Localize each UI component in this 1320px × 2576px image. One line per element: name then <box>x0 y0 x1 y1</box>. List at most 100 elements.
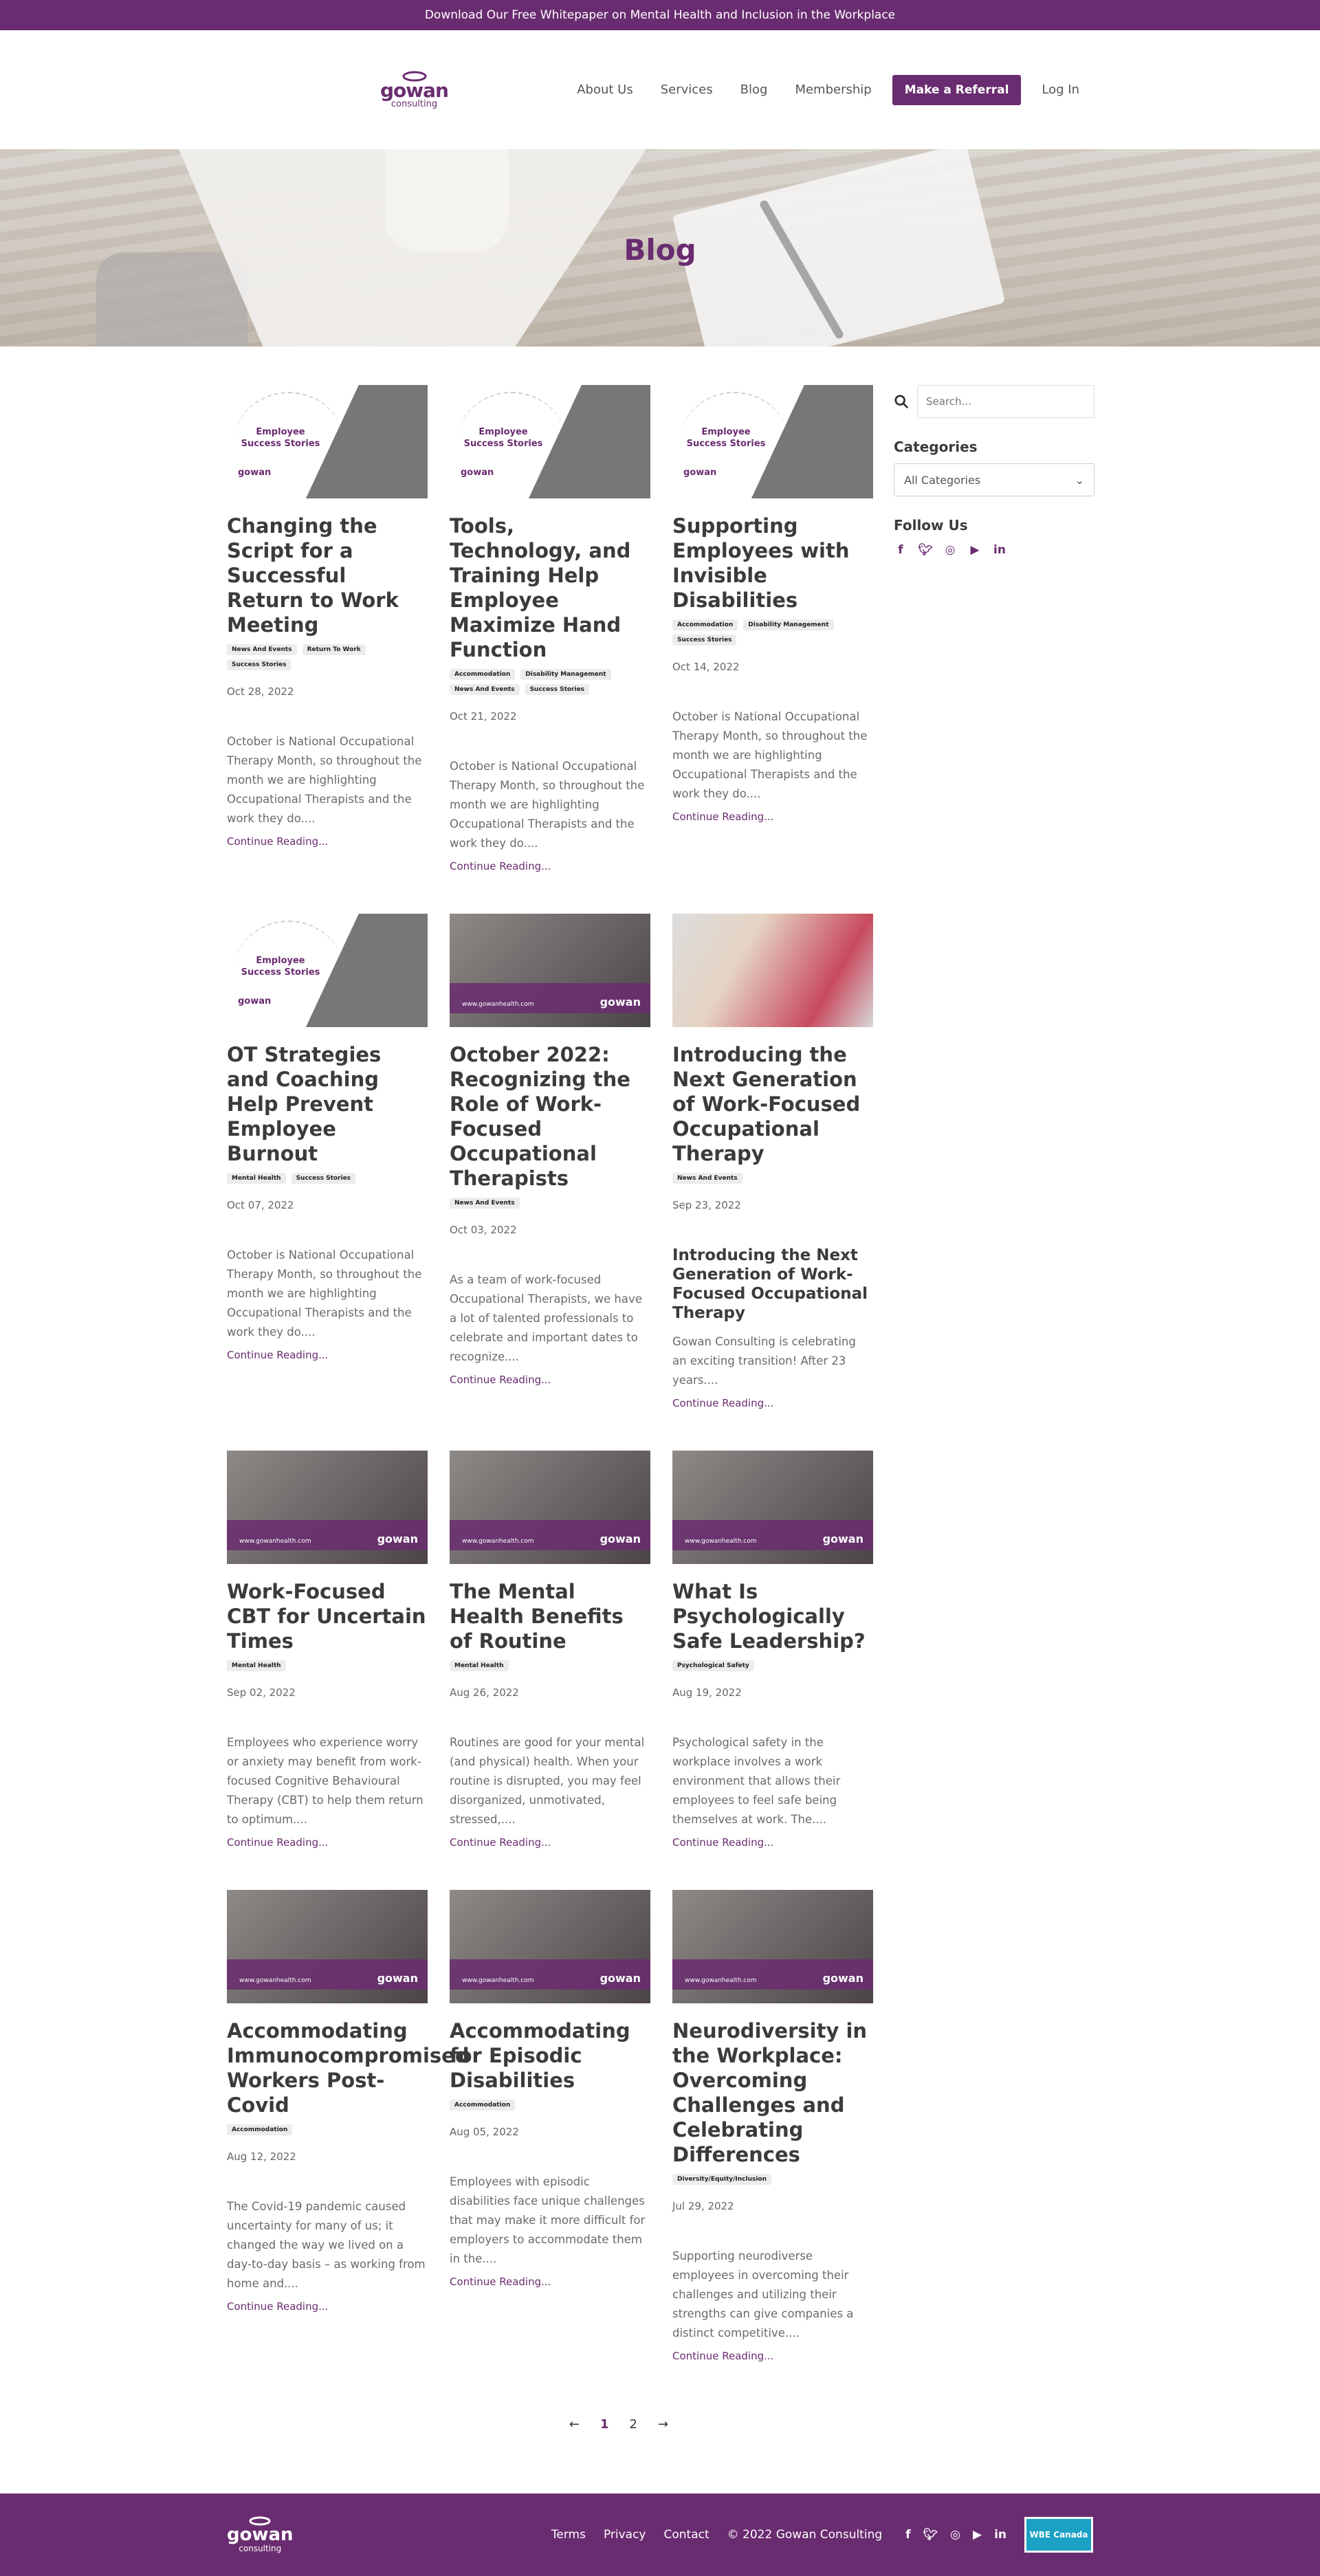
site-footer: gowan consulting Terms Privacy Contact ©… <box>0 2494 1320 2576</box>
post-tag[interactable]: Accommodation <box>450 2100 516 2111</box>
continue-reading-link[interactable]: Continue Reading... <box>672 1397 873 1409</box>
post-tag[interactable]: Disability Management <box>743 619 834 630</box>
footer-contact-link[interactable]: Contact <box>664 2528 710 2542</box>
post-tag[interactable]: News And Events <box>450 684 520 695</box>
nav-blog[interactable]: Blog <box>740 82 768 97</box>
post-tag[interactable]: News And Events <box>227 644 297 655</box>
post-thumbnail[interactable]: Employee Success Stories gowan <box>227 914 428 1027</box>
twitter-icon[interactable]: 🐦︎ <box>918 543 933 557</box>
footer-linkedin-icon[interactable]: in <box>994 2528 1006 2542</box>
post-thumbnail[interactable] <box>672 914 873 1027</box>
footer-logo[interactable]: gowan consulting <box>227 2516 294 2553</box>
post-title[interactable]: What Is Psychologically Safe Leadership? <box>672 1579 873 1653</box>
wbe-canada-badge: WBE Canada <box>1024 2517 1093 2553</box>
continue-reading-link[interactable]: Continue Reading... <box>227 835 428 848</box>
footer-youtube-icon[interactable]: ▶ <box>973 2528 982 2542</box>
announcement-bar[interactable]: Download Our Free Whitepaper on Mental H… <box>0 0 1320 30</box>
post-tag[interactable]: Mental Health <box>227 1660 286 1671</box>
page-1-link[interactable]: 1 <box>600 2417 609 2432</box>
post-title[interactable]: Accommodating for Episodic Disabilities <box>450 2018 650 2093</box>
post-title[interactable]: October 2022: Recognizing the Role of Wo… <box>450 1042 650 1191</box>
continue-reading-link[interactable]: Continue Reading... <box>450 860 650 872</box>
post-tag[interactable]: Accommodation <box>672 619 738 630</box>
thumbnail-url: www.gowanhealth.com <box>239 1538 311 1545</box>
post-thumbnail[interactable]: Employee Success Stories gowan <box>450 385 650 498</box>
announcement-text[interactable]: Download Our Free Whitepaper on Mental H… <box>425 8 895 22</box>
search-input[interactable] <box>917 385 1094 418</box>
categories-select[interactable]: All Categories ⌄ <box>894 463 1094 496</box>
post-thumbnail[interactable]: www.gowanhealth.com gowan <box>672 1890 873 2003</box>
post-tag[interactable]: Accommodation <box>227 2124 293 2135</box>
post-thumbnail[interactable]: www.gowanhealth.com gowan <box>227 1451 428 1564</box>
post-tag[interactable]: Success Stories <box>291 1173 356 1184</box>
post-thumbnail[interactable]: www.gowanhealth.com gowan <box>450 1890 650 2003</box>
post-title[interactable]: Introducing the Next Generation of Work-… <box>672 1042 873 1166</box>
continue-reading-link[interactable]: Continue Reading... <box>450 2276 650 2288</box>
post-tag[interactable]: Disability Management <box>520 669 611 680</box>
post-thumbnail[interactable]: www.gowanhealth.com gowan <box>672 1451 873 1564</box>
thumbnail-logo: gowan <box>461 467 494 478</box>
site-logo[interactable]: gowan consulting <box>380 64 449 115</box>
continue-reading-link[interactable]: Continue Reading... <box>450 1836 650 1849</box>
post-thumbnail[interactable]: Employee Success Stories gowan <box>227 385 428 498</box>
post-tag[interactable]: Mental Health <box>227 1173 286 1184</box>
post-tag[interactable]: Success Stories <box>525 684 590 695</box>
next-arrow-icon[interactable]: → <box>658 2417 668 2432</box>
post-excerpt: Psychological safety in the workplace in… <box>672 1736 841 1826</box>
linkedin-icon[interactable]: in <box>993 543 1006 557</box>
footer-facebook-icon[interactable]: f <box>905 2528 910 2542</box>
post-thumbnail[interactable]: Employee Success Stories gowan <box>672 385 873 498</box>
login-link[interactable]: Log In <box>1042 82 1079 97</box>
post-tag[interactable]: Return To Work <box>302 644 366 655</box>
post-tag[interactable]: News And Events <box>450 1198 520 1209</box>
post-tag[interactable]: Psychological Safety <box>672 1660 754 1671</box>
youtube-icon[interactable]: ▶ <box>968 543 982 557</box>
post-title[interactable]: The Mental Health Benefits of Routine <box>450 1579 650 1653</box>
logo-subtitle: consulting <box>390 98 438 109</box>
post-tags: Accommodation <box>227 2124 428 2135</box>
post-tag[interactable]: Success Stories <box>672 635 737 646</box>
post-title[interactable]: Work-Focused CBT for Uncertain Times <box>227 1579 428 1653</box>
blog-post-card: Introducing the Next Generation of Work-… <box>672 914 873 1451</box>
nav-services[interactable]: Services <box>661 82 713 97</box>
post-tag[interactable]: News And Events <box>672 1173 742 1184</box>
footer-twitter-icon[interactable]: 🐦︎ <box>923 2528 938 2542</box>
thumbnail-logo: gowan <box>600 1972 641 1985</box>
continue-reading-link[interactable]: Continue Reading... <box>672 1836 873 1849</box>
post-thumbnail[interactable]: www.gowanhealth.com gowan <box>450 914 650 1027</box>
post-subheading: Introducing the Next Generation of Work-… <box>672 1246 868 1322</box>
post-tag[interactable]: Mental Health <box>450 1660 509 1671</box>
continue-reading-link[interactable]: Continue Reading... <box>227 1349 428 1361</box>
nav-about[interactable]: About Us <box>577 82 633 97</box>
post-tags: Accommodation Disability Management News A… <box>450 669 650 695</box>
instagram-icon[interactable]: ◎ <box>943 543 957 557</box>
thumbnail-url: www.gowanhealth.com <box>239 1977 311 1984</box>
nav-membership[interactable]: Membership <box>795 82 871 97</box>
post-tag[interactable]: Accommodation <box>450 669 516 680</box>
facebook-icon[interactable]: f <box>894 543 908 557</box>
post-title[interactable]: Supporting Employees with Invisible Disa… <box>672 514 873 613</box>
search-icon[interactable] <box>894 394 909 409</box>
post-tag[interactable]: Success Stories <box>227 659 292 670</box>
main-content: Employee Success Stories gowan Changing … <box>0 346 1320 2403</box>
continue-reading-link[interactable]: Continue Reading... <box>672 811 873 823</box>
footer-terms-link[interactable]: Terms <box>551 2528 586 2542</box>
continue-reading-link[interactable]: Continue Reading... <box>227 2300 428 2313</box>
post-title[interactable]: Accommodating Immunocompromised Workers … <box>227 2018 470 2117</box>
post-title[interactable]: Neurodiversity in the Workplace: Overcom… <box>672 2018 873 2167</box>
footer-privacy-link[interactable]: Privacy <box>604 2528 646 2542</box>
post-tag[interactable]: Diversity/Equity/Inclusion <box>672 2174 772 2185</box>
post-thumbnail[interactable]: www.gowanhealth.com gowan <box>227 1890 428 2003</box>
continue-reading-link[interactable]: Continue Reading... <box>672 2350 873 2362</box>
post-title[interactable]: Tools, Technology, and Training Help Emp… <box>450 514 650 662</box>
continue-reading-link[interactable]: Continue Reading... <box>450 1374 650 1386</box>
post-thumbnail[interactable]: www.gowanhealth.com gowan <box>450 1451 650 1564</box>
footer-instagram-icon[interactable]: ◎ <box>950 2528 960 2542</box>
post-title[interactable]: OT Strategies and Coaching Help Prevent … <box>227 1042 428 1166</box>
post-title[interactable]: Changing the Script for a Successful Ret… <box>227 514 428 637</box>
continue-reading-link[interactable]: Continue Reading... <box>227 1836 428 1849</box>
page-2-link[interactable]: 2 <box>630 2417 637 2432</box>
prev-arrow-icon[interactable]: ← <box>569 2417 580 2432</box>
make-referral-button[interactable]: Make a Referral <box>892 74 1022 105</box>
site-header: gowan consulting About Us Services Blog … <box>0 30 1320 149</box>
